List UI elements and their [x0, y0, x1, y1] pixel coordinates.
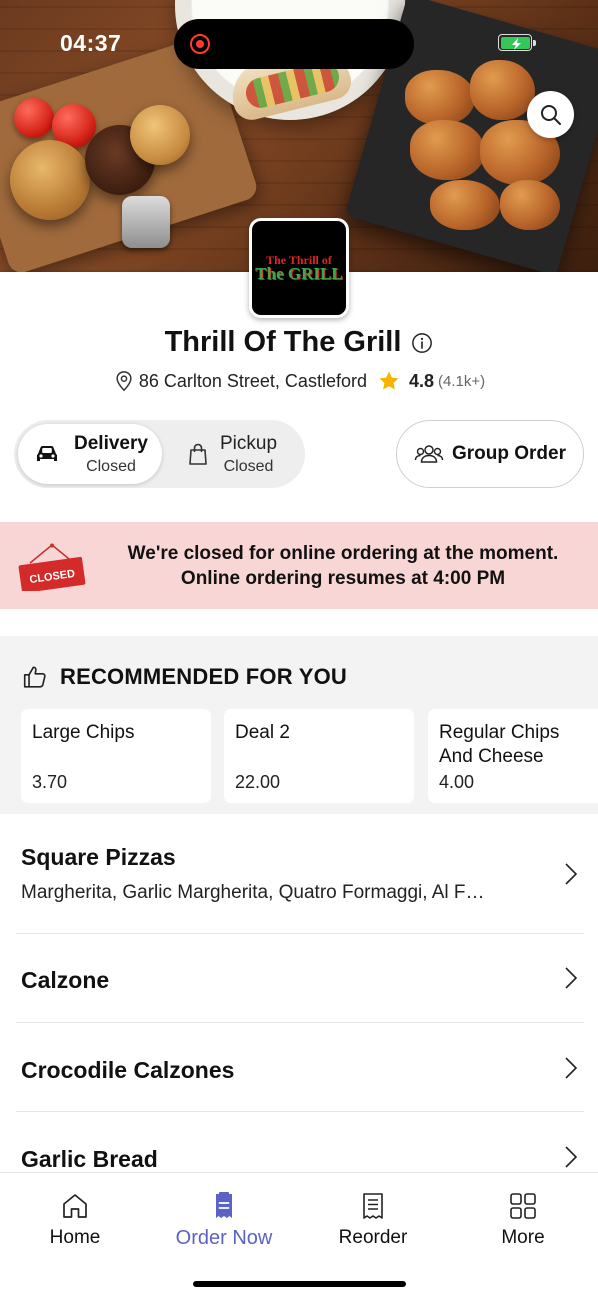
category-row-square-pizzas[interactable]: Square Pizzas Margherita, Garlic Margher…	[16, 834, 584, 934]
tab-label: Reorder	[338, 1227, 408, 1248]
group-order-button[interactable]: Group Order	[396, 420, 584, 488]
location-pin-icon	[116, 371, 132, 392]
chevron-right-icon	[565, 967, 578, 989]
pickup-option[interactable]: Pickup Closed	[174, 424, 301, 484]
delivery-option[interactable]: Delivery Closed	[18, 424, 162, 484]
category-description: Margherita, Garlic Margherita, Quatro Fo…	[21, 882, 485, 903]
chevron-right-icon	[565, 1146, 578, 1168]
group-order-label: Group Order	[451, 443, 566, 464]
chicken-wing-graphic	[470, 60, 535, 120]
banner-line-2: Online ordering resumes at 4:00 PM	[180, 568, 506, 589]
recommended-card[interactable]: Regular Chips And Cheese 4.00	[428, 709, 598, 803]
search-button[interactable]	[527, 91, 574, 138]
shopping-bag-icon	[189, 443, 207, 465]
recommended-item-price: 3.70	[32, 772, 68, 792]
dynamic-island	[174, 19, 414, 69]
recommended-card[interactable]: Large Chips 3.70	[21, 709, 211, 803]
home-indicator	[193, 1281, 406, 1287]
rating-count: (4.1k+)	[438, 372, 486, 390]
tab-reorder[interactable]: Reorder	[313, 1191, 433, 1249]
chicken-wing-graphic	[430, 180, 500, 230]
banner-line-1: We're closed for online ordering at the …	[127, 543, 559, 564]
restaurant-address: 86 Carlton Street, Castleford	[138, 370, 367, 391]
tomato-graphic	[14, 98, 54, 138]
salt-shaker-graphic	[122, 196, 170, 248]
recommended-item-name: Regular Chips And Cheese	[439, 722, 560, 767]
tab-more[interactable]: More	[463, 1191, 583, 1249]
grid-icon	[510, 1193, 536, 1219]
star-icon	[379, 371, 399, 390]
thumbs-up-icon	[23, 666, 46, 688]
tab-label: Home	[49, 1227, 101, 1248]
home-icon	[63, 1194, 87, 1218]
pickup-status: Closed	[223, 457, 274, 475]
closed-sign-icon: CLOSED	[18, 543, 86, 591]
chevron-right-icon	[565, 1057, 578, 1079]
recommended-title: RECOMMENDED FOR YOU	[60, 664, 347, 689]
tab-label: Order Now	[175, 1227, 273, 1249]
category-name: Square Pizzas	[21, 844, 176, 870]
delivery-status: Closed	[86, 457, 136, 475]
category-name: Garlic Bread	[21, 1146, 158, 1172]
car-icon	[37, 446, 57, 461]
recommended-item-price: 22.00	[235, 772, 281, 792]
closed-banner: CLOSED We're closed for online ordering …	[0, 522, 598, 609]
chevron-right-icon	[565, 863, 578, 885]
search-icon	[540, 104, 561, 125]
delivery-label: Delivery	[74, 432, 148, 454]
restaurant-name: Thrill Of The Grill	[164, 326, 402, 358]
recommended-item-price: 4.00	[439, 772, 475, 792]
tab-order-now[interactable]: Order Now	[164, 1191, 284, 1250]
group-icon	[414, 445, 444, 463]
tab-label: More	[501, 1227, 545, 1248]
pickup-label: Pickup	[220, 432, 278, 454]
status-time: 04:37	[60, 30, 122, 56]
category-row-calzone[interactable]: Calzone	[16, 934, 584, 1023]
rating-value: 4.8	[408, 370, 435, 391]
battery-icon	[498, 34, 536, 51]
chicken-wing-graphic	[500, 180, 560, 230]
chicken-wing-graphic	[405, 70, 475, 125]
recommended-card[interactable]: Deal 2 22.00	[224, 709, 414, 803]
recommended-item-name: Large Chips	[32, 722, 135, 743]
order-mode-toggle: Delivery Closed Pickup Closed	[14, 420, 305, 488]
burger-graphic	[130, 105, 190, 165]
category-row-garlic-bread[interactable]: Garlic Bread	[16, 1112, 584, 1172]
category-name: Calzone	[21, 967, 110, 993]
restaurant-logo: The Thrill of The GRILL	[249, 218, 349, 318]
recommended-item-name: Deal 2	[235, 722, 290, 743]
category-row-crocodile-calzones[interactable]: Crocodile Calzones	[16, 1023, 584, 1112]
category-name: Crocodile Calzones	[21, 1057, 235, 1083]
recommended-section: RECOMMENDED FOR YOU Large Chips 3.70 Dea…	[0, 636, 598, 814]
order-icon	[216, 1192, 232, 1218]
burger-graphic	[10, 140, 90, 220]
receipt-icon	[363, 1193, 383, 1219]
chicken-wing-graphic	[410, 120, 485, 180]
tab-home[interactable]: Home	[15, 1191, 135, 1249]
info-icon[interactable]	[411, 332, 433, 354]
recording-icon	[190, 34, 210, 54]
